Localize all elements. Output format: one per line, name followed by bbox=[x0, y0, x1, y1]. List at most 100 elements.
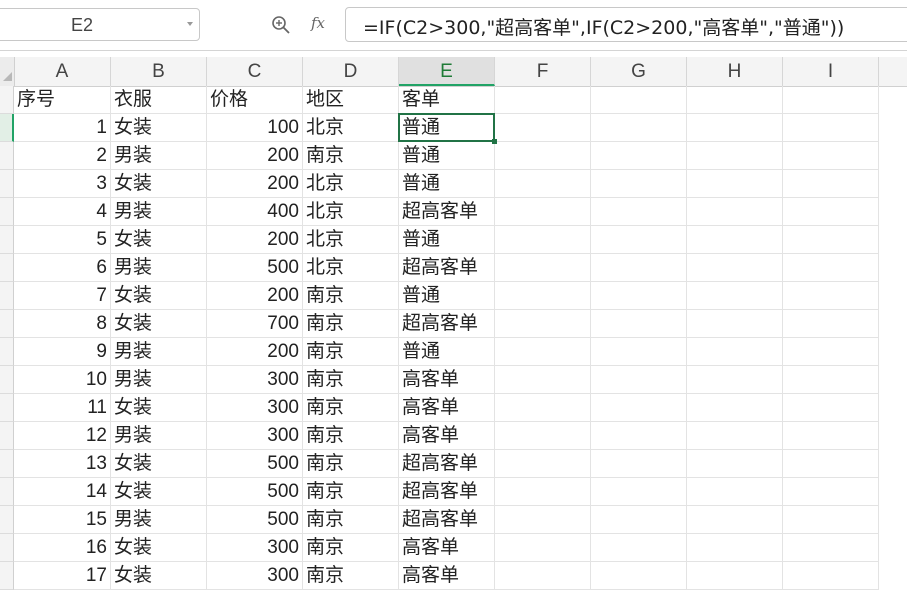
cell-c10[interactable]: 200 bbox=[207, 338, 303, 366]
cell-c16[interactable]: 500 bbox=[207, 506, 303, 534]
row-header[interactable] bbox=[0, 114, 14, 142]
cell-d3[interactable]: 南京 bbox=[303, 142, 399, 170]
cell-b12[interactable]: 女装 bbox=[111, 394, 207, 422]
cell-b11[interactable]: 男装 bbox=[111, 366, 207, 394]
cell-e18[interactable]: 高客单 bbox=[399, 562, 495, 590]
cell-h1[interactable] bbox=[687, 86, 783, 114]
cell-c9[interactable]: 700 bbox=[207, 310, 303, 338]
cell-f15[interactable] bbox=[495, 478, 591, 506]
row-header[interactable] bbox=[0, 534, 14, 562]
cell-d9[interactable]: 南京 bbox=[303, 310, 399, 338]
cell-b3[interactable]: 男装 bbox=[111, 142, 207, 170]
cell-c12[interactable]: 300 bbox=[207, 394, 303, 422]
fx-icon[interactable]: fx bbox=[311, 14, 325, 32]
cell-b16[interactable]: 男装 bbox=[111, 506, 207, 534]
cell-i18[interactable] bbox=[783, 562, 879, 590]
cell-c7[interactable]: 500 bbox=[207, 254, 303, 282]
cell-e6[interactable]: 普通 bbox=[399, 226, 495, 254]
cell-e5[interactable]: 超高客单 bbox=[399, 198, 495, 226]
cell-d13[interactable]: 南京 bbox=[303, 422, 399, 450]
cell-h7[interactable] bbox=[687, 254, 783, 282]
cell-i11[interactable] bbox=[783, 366, 879, 394]
cell-i14[interactable] bbox=[783, 450, 879, 478]
cell-c13[interactable]: 300 bbox=[207, 422, 303, 450]
cell-h13[interactable] bbox=[687, 422, 783, 450]
cell-f8[interactable] bbox=[495, 282, 591, 310]
cell-a8[interactable]: 7 bbox=[14, 282, 111, 310]
cell-b10[interactable]: 男装 bbox=[111, 338, 207, 366]
cell-a14[interactable]: 13 bbox=[14, 450, 111, 478]
cell-f1[interactable] bbox=[495, 86, 591, 114]
cell-f12[interactable] bbox=[495, 394, 591, 422]
cell-f7[interactable] bbox=[495, 254, 591, 282]
column-header-i[interactable]: I bbox=[783, 57, 879, 86]
cell-b2[interactable]: 女装 bbox=[111, 114, 207, 142]
cell-e14[interactable]: 超高客单 bbox=[399, 450, 495, 478]
cell-f5[interactable] bbox=[495, 198, 591, 226]
cell-i5[interactable] bbox=[783, 198, 879, 226]
cell-i7[interactable] bbox=[783, 254, 879, 282]
row-header[interactable] bbox=[0, 422, 14, 450]
cell-g8[interactable] bbox=[591, 282, 687, 310]
cell-a7[interactable]: 6 bbox=[14, 254, 111, 282]
cell-f10[interactable] bbox=[495, 338, 591, 366]
cell-e17[interactable]: 高客单 bbox=[399, 534, 495, 562]
cell-h11[interactable] bbox=[687, 366, 783, 394]
cell-i2[interactable] bbox=[783, 114, 879, 142]
column-header-b[interactable]: B bbox=[111, 57, 207, 86]
cell-h18[interactable] bbox=[687, 562, 783, 590]
cell-i17[interactable] bbox=[783, 534, 879, 562]
cell-h3[interactable] bbox=[687, 142, 783, 170]
cell-i4[interactable] bbox=[783, 170, 879, 198]
cell-g5[interactable] bbox=[591, 198, 687, 226]
row-header[interactable] bbox=[0, 310, 14, 338]
cell-c14[interactable]: 500 bbox=[207, 450, 303, 478]
cell-i12[interactable] bbox=[783, 394, 879, 422]
row-header[interactable] bbox=[0, 478, 14, 506]
cell-f11[interactable] bbox=[495, 366, 591, 394]
cell-h15[interactable] bbox=[687, 478, 783, 506]
cell-d6[interactable]: 北京 bbox=[303, 226, 399, 254]
column-header-f[interactable]: F bbox=[495, 57, 591, 86]
cell-a17[interactable]: 16 bbox=[14, 534, 111, 562]
column-header-a[interactable]: A bbox=[14, 57, 111, 86]
cell-d12[interactable]: 南京 bbox=[303, 394, 399, 422]
cell-d8[interactable]: 南京 bbox=[303, 282, 399, 310]
cell-h14[interactable] bbox=[687, 450, 783, 478]
cell-e7[interactable]: 超高客单 bbox=[399, 254, 495, 282]
cell-g7[interactable] bbox=[591, 254, 687, 282]
cell-f2[interactable] bbox=[495, 114, 591, 142]
cell-g2[interactable] bbox=[591, 114, 687, 142]
cell-b6[interactable]: 女装 bbox=[111, 226, 207, 254]
cell-i6[interactable] bbox=[783, 226, 879, 254]
cell-b18[interactable]: 女装 bbox=[111, 562, 207, 590]
cell-d10[interactable]: 南京 bbox=[303, 338, 399, 366]
cell-a16[interactable]: 15 bbox=[14, 506, 111, 534]
row-header[interactable] bbox=[0, 142, 14, 170]
cell-h6[interactable] bbox=[687, 226, 783, 254]
cell-e13[interactable]: 高客单 bbox=[399, 422, 495, 450]
cell-d14[interactable]: 南京 bbox=[303, 450, 399, 478]
cell-g1[interactable] bbox=[591, 86, 687, 114]
cell-f4[interactable] bbox=[495, 170, 591, 198]
cell-a6[interactable]: 5 bbox=[14, 226, 111, 254]
cell-g17[interactable] bbox=[591, 534, 687, 562]
cell-d15[interactable]: 南京 bbox=[303, 478, 399, 506]
row-header[interactable] bbox=[0, 394, 14, 422]
cell-b4[interactable]: 女装 bbox=[111, 170, 207, 198]
cell-f16[interactable] bbox=[495, 506, 591, 534]
cell-h12[interactable] bbox=[687, 394, 783, 422]
formula-input[interactable]: =IF(C2>300,"超高客单",IF(C2>200,"高客单","普通")) bbox=[345, 7, 907, 42]
cell-b14[interactable]: 女装 bbox=[111, 450, 207, 478]
fill-handle[interactable] bbox=[492, 139, 497, 144]
cell-i3[interactable] bbox=[783, 142, 879, 170]
row-header[interactable] bbox=[0, 254, 14, 282]
name-box[interactable]: E2 bbox=[0, 8, 200, 41]
cell-g13[interactable] bbox=[591, 422, 687, 450]
zoom-icon[interactable] bbox=[271, 15, 291, 35]
cell-b9[interactable]: 女装 bbox=[111, 310, 207, 338]
column-header-d[interactable]: D bbox=[303, 57, 399, 86]
cell-g12[interactable] bbox=[591, 394, 687, 422]
row-header[interactable] bbox=[0, 86, 14, 114]
row-header[interactable] bbox=[0, 506, 14, 534]
